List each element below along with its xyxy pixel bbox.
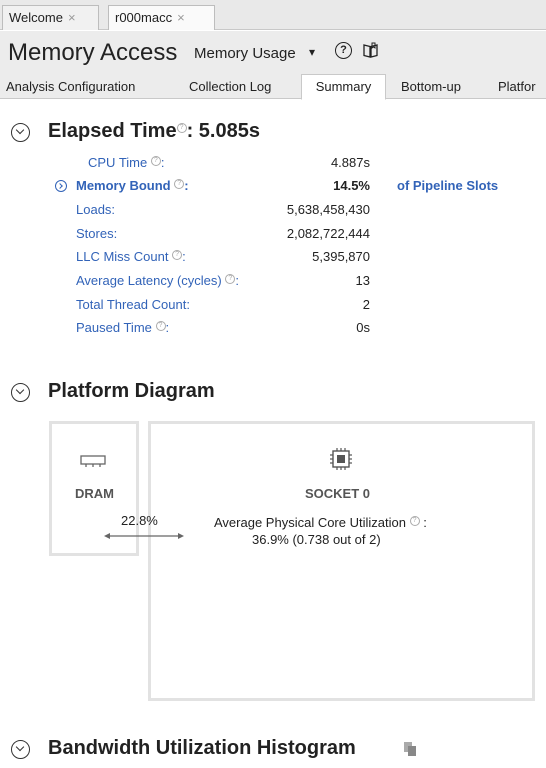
metric-value: 2,082,722,444 [286, 226, 370, 241]
metric-value: 5,638,458,430 [286, 202, 370, 217]
metric-label: LLC Miss Count [76, 249, 169, 264]
collapse-chevron-icon[interactable] [11, 123, 30, 142]
collapse-chevron-icon[interactable] [11, 740, 30, 759]
bandwidth-histogram-heading: Bandwidth Utilization Histogram [48, 737, 356, 759]
socket-label: SOCKET 0 [305, 486, 371, 501]
help-icon[interactable]: ? [174, 178, 185, 189]
help-icon[interactable]: ? [172, 249, 183, 260]
tab-welcome[interactable]: Welcome × [2, 5, 99, 30]
elapsed-time-label: Elapsed Time [48, 120, 177, 142]
metric-label: Memory Bound [76, 178, 171, 193]
elapsed-time-value: : 5.085s [186, 120, 260, 142]
tab-welcome-label: Welcome [9, 10, 63, 25]
chevron-down-icon[interactable]: ▾ [309, 45, 315, 59]
bandwidth-arrow-icon [104, 533, 184, 539]
tab-r000macc-label: r000macc [115, 10, 173, 25]
help-icon[interactable]: ? [409, 515, 420, 526]
close-icon[interactable]: × [68, 10, 76, 25]
help-icon[interactable]: ? [150, 155, 161, 166]
book-icon[interactable] [362, 42, 379, 59]
tab-summary[interactable]: Summary [301, 74, 386, 100]
cpu-icon [330, 448, 352, 470]
metric-value: 14.5% [333, 178, 370, 193]
metric-value: 5,395,870 [312, 249, 370, 264]
tab-r000macc[interactable]: r000macc × [108, 5, 215, 30]
help-icon[interactable]: ? [335, 42, 352, 59]
dram-label: DRAM [75, 486, 114, 501]
elapsed-time-heading: Elapsed Time?: 5.085s [48, 120, 260, 143]
viewpoint-selector[interactable]: Memory Usage [194, 45, 296, 62]
help-icon[interactable]: ? [176, 123, 187, 134]
metric-memory-bound[interactable]: Memory Bound ?: [76, 178, 189, 193]
metric-cpu-time[interactable]: CPU Time ?: [88, 155, 164, 170]
help-icon[interactable]: ? [155, 320, 166, 331]
tab-analysis-configuration[interactable]: Analysis Configuration [6, 75, 135, 99]
platform-diagram-heading: Platform Diagram [48, 380, 215, 402]
metric-label: Paused Time [76, 320, 152, 335]
analysis-tab-bar: Analysis Configuration Collection Log Su… [0, 73, 546, 100]
metric-loads[interactable]: Loads: [76, 202, 115, 217]
copy-icon[interactable] [403, 741, 417, 757]
metric-value: 2 [362, 297, 370, 312]
metric-label: Average Latency (cycles) [76, 273, 222, 288]
metric-average-latency[interactable]: Average Latency (cycles) ?: [76, 273, 239, 288]
document-tab-bar: Welcome × r000macc × [0, 0, 546, 30]
expand-icon[interactable] [55, 180, 67, 192]
metric-value: 0s [356, 320, 370, 335]
core-utilization-label: Average Physical Core Utilization ? : [214, 515, 427, 530]
metric-total-thread-count[interactable]: Total Thread Count: [76, 297, 190, 312]
bandwidth-value: 22.8% [121, 513, 158, 528]
memory-icon [80, 455, 106, 467]
metric-value: 13 [355, 273, 370, 288]
core-utilization-value: 36.9% (0.738 out of 2) [252, 532, 381, 547]
tab-platform[interactable]: Platfor [498, 75, 536, 99]
metric-stores[interactable]: Stores: [76, 226, 117, 241]
metric-llc-miss-count[interactable]: LLC Miss Count ?: [76, 249, 186, 264]
metric-paused-time[interactable]: Paused Time ?: [76, 320, 169, 335]
metric-unit: of Pipeline Slots [397, 178, 499, 193]
metric-label: CPU Time [88, 155, 148, 170]
close-icon[interactable]: × [177, 10, 185, 25]
util-label-text: Average Physical Core Utilization [214, 515, 406, 530]
metric-value: 4.887s [330, 155, 370, 170]
analysis-header: Memory Access Memory Usage ▾ ? [0, 31, 546, 73]
tab-collection-log[interactable]: Collection Log [189, 75, 271, 99]
page-title: Memory Access [8, 39, 178, 66]
tab-bottom-up[interactable]: Bottom-up [401, 75, 461, 99]
help-icon[interactable]: ? [225, 273, 236, 284]
collapse-chevron-icon[interactable] [11, 383, 30, 402]
